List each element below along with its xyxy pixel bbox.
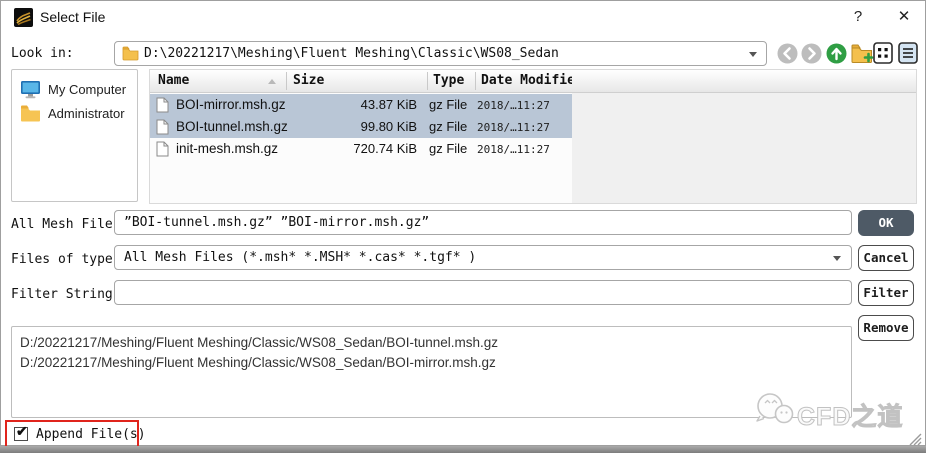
filter-button[interactable]: Filter xyxy=(858,280,914,306)
watermark-text: CFD之道 xyxy=(797,397,903,433)
file-icon xyxy=(156,119,169,135)
sidebar-item-administrator[interactable]: Administrator xyxy=(12,102,137,126)
file-date: 2018/…11:27 xyxy=(477,121,550,134)
mesh-file-input[interactable]: ”BOI-tunnel.msh.gz” ”BOI-mirror.msh.gz” xyxy=(114,210,852,235)
file-name: init-mesh.msh.gz xyxy=(176,141,278,156)
cancel-button[interactable]: Cancel xyxy=(858,245,914,271)
file-date: 2018/…11:27 xyxy=(477,143,550,156)
ok-button[interactable]: OK xyxy=(858,210,914,236)
file-name: BOI-tunnel.msh.gz xyxy=(176,119,288,134)
sidebar-item-label: My Computer xyxy=(48,82,126,97)
detail-view-button[interactable] xyxy=(898,42,918,64)
screen: Select File ? ✕ Look in: D:\20221217\Mes… xyxy=(0,0,926,453)
column-header-type[interactable]: Type xyxy=(433,73,464,88)
file-type: gz File xyxy=(429,141,467,156)
look-in-combobox[interactable]: D:\20221217\Meshing\Fluent Meshing\Class… xyxy=(114,41,767,66)
close-button[interactable]: ✕ xyxy=(891,6,917,28)
help-button[interactable]: ? xyxy=(846,6,870,28)
select-file-dialog: Select File ? ✕ Look in: D:\20221217\Mes… xyxy=(0,0,926,446)
table-row[interactable]: BOI-mirror.msh.gz 43.87 KiB gz File 2018… xyxy=(150,94,572,116)
column-header-date-modified[interactable]: Date Modified xyxy=(481,73,572,88)
forward-button[interactable] xyxy=(801,43,822,64)
look-in-label: Look in: xyxy=(11,46,74,61)
file-type: gz File xyxy=(429,119,467,134)
column-divider[interactable] xyxy=(475,72,476,90)
column-header-name[interactable]: Name xyxy=(158,73,189,88)
file-date: 2018/…11:27 xyxy=(477,99,550,112)
list-item[interactable]: D:/20221217/Meshing/Fluent Meshing/Class… xyxy=(20,333,843,353)
file-type: gz File xyxy=(429,97,467,112)
file-icon xyxy=(156,97,169,113)
computer-icon xyxy=(20,80,41,99)
file-size: 99.80 KiB xyxy=(286,119,417,134)
sidebar-item-my-computer[interactable]: My Computer xyxy=(12,78,137,102)
sort-ascending-icon xyxy=(268,79,276,84)
sidebar-item-label: Administrator xyxy=(48,106,125,121)
chevron-down-icon[interactable] xyxy=(833,256,841,261)
up-directory-button[interactable] xyxy=(826,43,847,64)
red-annotation-box xyxy=(5,420,139,448)
mesh-file-label: All Mesh File xyxy=(11,217,113,232)
fluent-logo-icon xyxy=(14,8,33,27)
file-icon xyxy=(156,141,169,157)
column-divider[interactable] xyxy=(427,72,428,90)
remove-button[interactable]: Remove xyxy=(858,315,914,341)
selected-files-list[interactable]: D:/20221217/Meshing/Fluent Meshing/Class… xyxy=(11,326,852,418)
mesh-file-value: ”BOI-tunnel.msh.gz” ”BOI-mirror.msh.gz” xyxy=(124,215,429,230)
files-of-type-value: All Mesh Files (*.msh* *.MSH* *.cas* *.t… xyxy=(124,250,476,265)
back-button[interactable] xyxy=(777,43,798,64)
filter-string-label: Filter String xyxy=(11,287,113,302)
cfd-logo-icon xyxy=(753,391,797,429)
table-row[interactable]: BOI-tunnel.msh.gz 99.80 KiB gz File 2018… xyxy=(150,116,572,138)
file-list-pane: Name Size Type Date Modified BOI-mirror.… xyxy=(149,69,917,204)
files-of-type-label: Files of type: xyxy=(11,252,121,267)
watermark: CFD之道 xyxy=(753,391,923,435)
resize-grip[interactable] xyxy=(904,431,922,446)
file-size: 720.74 KiB xyxy=(286,141,417,156)
places-panel: My Computer Administrator xyxy=(11,69,138,202)
create-folder-button[interactable] xyxy=(850,42,875,64)
files-of-type-combobox[interactable]: All Mesh Files (*.msh* *.MSH* *.cas* *.t… xyxy=(114,245,852,270)
folder-icon xyxy=(20,104,41,122)
column-header-size[interactable]: Size xyxy=(293,73,324,88)
folder-icon xyxy=(122,46,139,61)
file-name: BOI-mirror.msh.gz xyxy=(176,97,286,112)
dialog-title: Select File xyxy=(40,9,105,25)
table-row[interactable]: init-mesh.msh.gz 720.74 KiB gz File 2018… xyxy=(150,138,572,160)
filter-string-input[interactable] xyxy=(114,280,852,305)
look-in-path: D:\20221217\Meshing\Fluent Meshing\Class… xyxy=(144,46,559,61)
file-table-header[interactable]: Name Size Type Date Modified xyxy=(150,70,916,93)
file-size: 43.87 KiB xyxy=(286,97,417,112)
column-divider[interactable] xyxy=(286,72,287,90)
list-item[interactable]: D:/20221217/Meshing/Fluent Meshing/Class… xyxy=(20,353,843,373)
title-bar[interactable]: Select File ? ✕ xyxy=(1,1,925,33)
chevron-down-icon[interactable] xyxy=(749,52,757,57)
icon-view-button[interactable] xyxy=(873,42,893,64)
background-strip xyxy=(0,446,926,453)
